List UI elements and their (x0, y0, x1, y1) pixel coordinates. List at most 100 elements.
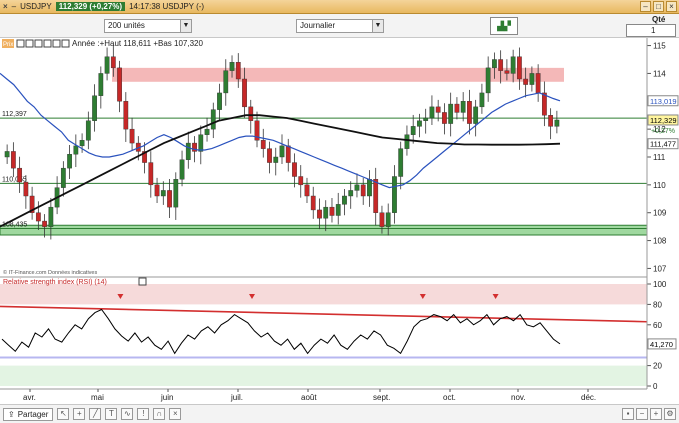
candle[interactable] (417, 120, 422, 127)
candle[interactable] (360, 184, 366, 197)
candle[interactable] (23, 181, 29, 197)
candle[interactable] (435, 106, 441, 113)
draw-line-icon[interactable]: ╱ (89, 408, 102, 420)
candle[interactable] (42, 220, 47, 227)
magnet-icon[interactable]: ∩ (153, 408, 166, 420)
units-select[interactable]: 200 unités ▼ (104, 19, 192, 33)
candle[interactable] (454, 103, 460, 113)
candle[interactable] (310, 195, 316, 211)
legend-box-icon[interactable] (52, 39, 61, 48)
candle[interactable] (198, 134, 204, 152)
candle[interactable] (129, 128, 135, 144)
candle[interactable] (485, 67, 491, 94)
candle[interactable] (185, 142, 191, 160)
candle[interactable] (448, 103, 454, 124)
candle[interactable] (323, 206, 329, 219)
candle[interactable] (117, 67, 122, 102)
period-select[interactable]: Journalier ▼ (296, 19, 384, 33)
candle[interactable] (67, 154, 72, 169)
candle[interactable] (548, 115, 554, 127)
candle[interactable] (260, 140, 266, 149)
crosshair-icon[interactable]: + (73, 408, 86, 420)
candle[interactable] (292, 162, 297, 177)
candle[interactable] (85, 120, 91, 141)
chart-type-icon[interactable]: ▟▞ (490, 17, 518, 35)
candle[interactable] (442, 112, 447, 124)
maximize-icon[interactable]: □ (653, 1, 664, 12)
candle[interactable] (529, 73, 535, 85)
candle[interactable] (123, 101, 129, 130)
candle[interactable] (354, 184, 360, 191)
candle[interactable] (160, 190, 166, 197)
candle[interactable] (248, 106, 254, 121)
candle[interactable] (17, 167, 23, 183)
legend-box-icon[interactable] (43, 39, 52, 48)
candle[interactable] (267, 148, 272, 163)
candle[interactable] (273, 156, 279, 163)
candle[interactable] (479, 92, 485, 108)
candle[interactable] (392, 176, 397, 213)
delete-icon[interactable]: × (169, 408, 182, 420)
candle[interactable] (154, 184, 160, 197)
candle[interactable] (385, 212, 391, 227)
candle[interactable] (304, 184, 310, 197)
candle[interactable] (229, 62, 235, 71)
candle[interactable] (279, 145, 285, 158)
candle[interactable] (335, 204, 341, 216)
candle[interactable] (423, 117, 429, 121)
candle[interactable] (98, 73, 104, 96)
candle[interactable] (329, 206, 335, 216)
candle[interactable] (35, 212, 41, 222)
candle[interactable] (535, 73, 541, 94)
legend-box-icon[interactable] (34, 39, 43, 48)
candle[interactable] (60, 167, 66, 188)
candle[interactable] (373, 179, 379, 213)
candle[interactable] (148, 162, 154, 186)
chevron-down-icon[interactable]: ▼ (372, 20, 383, 32)
candle[interactable] (473, 106, 479, 124)
rsi-settings-icon[interactable] (138, 277, 147, 286)
candle[interactable] (460, 101, 466, 113)
minus-icon[interactable]: – (12, 2, 16, 11)
save-icon[interactable]: ▪ (622, 408, 634, 420)
candle[interactable] (173, 179, 179, 208)
candle[interactable] (204, 128, 210, 135)
candle[interactable] (379, 212, 385, 227)
candle[interactable] (541, 92, 547, 116)
candle[interactable] (510, 56, 516, 74)
close-window-icon[interactable]: × (666, 1, 677, 12)
indicator-icon[interactable]: ∿ (121, 408, 134, 420)
chevron-down-icon[interactable]: ▼ (180, 20, 191, 32)
candle[interactable] (498, 59, 504, 71)
candle[interactable] (429, 106, 435, 119)
candle[interactable] (504, 70, 510, 74)
candle[interactable] (410, 126, 416, 135)
legend-box-icon[interactable] (61, 39, 70, 48)
candle[interactable] (10, 151, 16, 169)
candle[interactable] (167, 190, 172, 208)
candle[interactable] (242, 78, 247, 108)
close-icon[interactable]: × (3, 2, 8, 11)
text-icon[interactable]: T (105, 408, 118, 420)
chart-area[interactable]: 112,397110,055108,435 115114113112111110… (0, 38, 679, 404)
candle[interactable] (404, 134, 410, 149)
candle[interactable] (179, 159, 185, 180)
candle[interactable] (517, 56, 522, 80)
candle[interactable] (4, 151, 10, 158)
candle[interactable] (317, 209, 322, 219)
candle[interactable] (217, 92, 222, 110)
candle[interactable] (48, 206, 54, 227)
legend-box-icon[interactable] (25, 39, 34, 48)
candle[interactable] (223, 70, 229, 94)
share-button[interactable]: ⇪ Partager (3, 407, 54, 421)
candle[interactable] (298, 176, 304, 186)
candle[interactable] (492, 59, 497, 69)
legend-box-icon[interactable] (16, 39, 25, 48)
candle[interactable] (210, 109, 216, 130)
candle[interactable] (104, 56, 110, 74)
candle[interactable] (348, 190, 354, 197)
candle[interactable] (367, 179, 372, 197)
candle[interactable] (285, 145, 291, 163)
candle[interactable] (523, 78, 529, 85)
settings-icon[interactable]: ⚙ (664, 408, 676, 420)
